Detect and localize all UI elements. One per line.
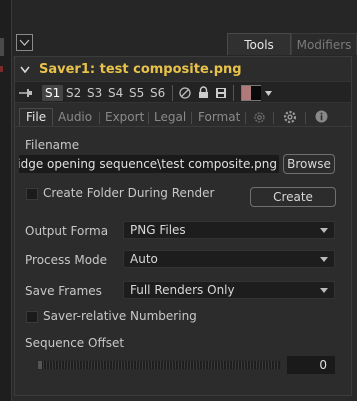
tool-title-row[interactable]: Saver1: test composite.png (15, 59, 351, 81)
subtab-format[interactable]: Format (198, 109, 240, 127)
slot-s5[interactable]: S5 (129, 85, 144, 101)
create-button[interactable]: Create (250, 187, 336, 207)
gear-icon[interactable] (283, 110, 297, 124)
browse-button[interactable]: Browse (283, 154, 335, 174)
pin-icon[interactable] (19, 88, 33, 98)
inspector-tabs: Tools Modifiers (227, 33, 357, 55)
toolbar-divider (233, 85, 234, 101)
collapse-toggle-button[interactable] (16, 34, 33, 51)
chevron-down-icon (320, 288, 328, 293)
filename-input[interactable]: bridge opening sequence\test composite.p… (19, 155, 279, 173)
sequence-offset-input[interactable]: 0 (287, 356, 335, 374)
output-format-label: Output Forma (25, 224, 109, 238)
slider-handle[interactable] (38, 361, 42, 369)
slot-s1[interactable]: S1 (42, 85, 64, 101)
subtab-legal[interactable]: Legal (154, 109, 186, 127)
lock-icon[interactable] (198, 86, 209, 99)
slot-s3[interactable]: S3 (87, 85, 102, 101)
edge-marker-red (0, 66, 3, 72)
settings-outline-icon[interactable] (253, 111, 266, 124)
save-frames-label: Save Frames (25, 284, 102, 298)
saver-relative-checkbox[interactable] (26, 311, 38, 323)
color-swatch-dark (251, 86, 261, 100)
create-folder-checkbox[interactable] (26, 188, 38, 200)
tool-panel: Saver1: test composite.png S1 S2 S3 S4 S… (14, 56, 352, 396)
tool-toolbar: S1 S2 S3 S4 S5 S6 (15, 81, 351, 103)
expand-arrow-icon[interactable] (20, 66, 30, 74)
sequence-offset-slider[interactable] (37, 360, 281, 370)
chevron-down-icon (320, 228, 328, 233)
create-folder-label: Create Folder During Render (43, 186, 215, 200)
subtab-file[interactable]: File (19, 108, 54, 126)
saver-relative-label: Saver-relative Numbering (43, 309, 197, 323)
tool-title: Saver1: test composite.png (39, 62, 242, 77)
output-format-value: PNG Files (130, 223, 186, 237)
slot-s6[interactable]: S6 (150, 85, 165, 101)
subtab-divider (191, 112, 192, 124)
chevron-down-icon (19, 39, 30, 46)
output-format-select[interactable]: PNG Files (123, 221, 335, 239)
left-edge-strip (0, 0, 12, 401)
process-mode-value: Auto (130, 252, 158, 266)
subtab-divider (245, 112, 246, 124)
sequence-offset-label: Sequence Offset (25, 336, 125, 350)
swatch-dropdown-icon[interactable] (265, 91, 272, 96)
process-mode-select[interactable]: Auto (123, 250, 335, 268)
inspector-subtabs: File Audio Export Legal Format (15, 107, 351, 127)
process-mode-label: Process Mode (25, 253, 108, 267)
slot-s2[interactable]: S2 (66, 85, 81, 101)
chevron-down-icon (320, 257, 328, 262)
slot-s4[interactable]: S4 (108, 85, 123, 101)
tab-modifiers[interactable]: Modifiers (291, 33, 357, 55)
edge-marker (0, 38, 4, 56)
filename-label: Filename (25, 138, 80, 152)
subtab-divider (148, 112, 149, 124)
save-frames-select[interactable]: Full Renders Only (123, 281, 335, 299)
tab-tools[interactable]: Tools (227, 33, 291, 55)
color-swatch[interactable] (241, 85, 261, 101)
subtab-divider (305, 112, 306, 124)
subtab-divider (99, 112, 100, 124)
subtab-audio[interactable]: Audio (58, 109, 92, 127)
save-frames-value: Full Renders Only (130, 283, 235, 297)
subtab-divider (273, 112, 274, 124)
save-icon[interactable] (215, 87, 227, 99)
subtab-export[interactable]: Export (105, 109, 144, 127)
info-icon[interactable] (315, 110, 328, 123)
disable-icon[interactable] (179, 87, 191, 99)
toolbar-divider (172, 85, 173, 101)
